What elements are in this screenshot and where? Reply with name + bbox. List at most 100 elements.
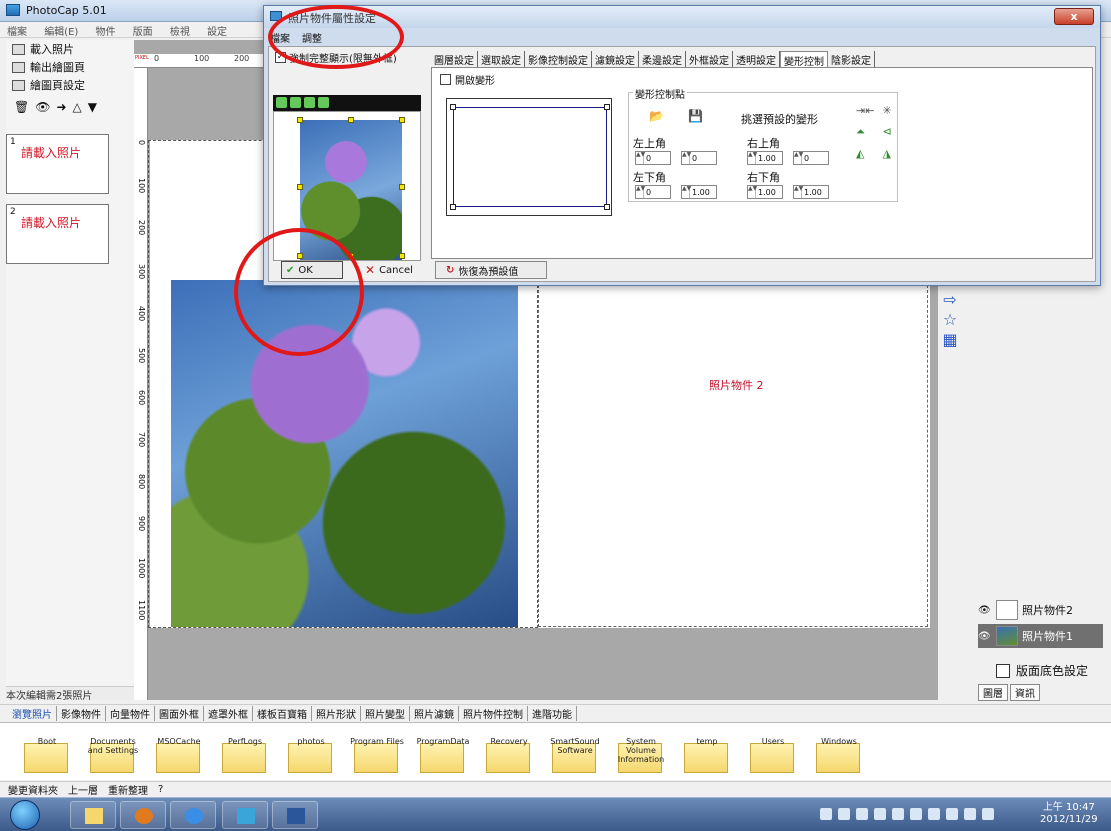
taskbar-word[interactable] [272, 801, 318, 829]
tray-icon[interactable] [982, 808, 994, 820]
taskbar-photocap[interactable] [222, 801, 268, 829]
eye-icon[interactable]: 👁 [978, 631, 992, 642]
resize-handle[interactable] [297, 184, 303, 190]
spin-arrows[interactable]: ▲▼ [636, 152, 645, 164]
menu-object[interactable]: 物件 [89, 22, 123, 39]
grid-icon[interactable]: ▦ [938, 330, 962, 350]
tab-advanced[interactable]: 進階功能 [528, 706, 577, 721]
folder-item[interactable]: photos [288, 737, 344, 773]
top-left-x-spinner[interactable]: ▲▼ 0 [635, 151, 671, 165]
spin-arrows[interactable]: ▲▼ [682, 186, 691, 198]
cancel-button[interactable]: ✕ Cancel [365, 261, 427, 279]
start-button[interactable] [10, 800, 40, 830]
spin-arrows[interactable]: ▲▼ [748, 152, 757, 164]
bg-color-setting[interactable]: 版面底色設定 [996, 662, 1088, 679]
taskbar-explorer[interactable] [70, 801, 116, 829]
folder-item[interactable]: Program Files [350, 737, 410, 773]
tab-vector-objects[interactable]: 向量物件 [106, 706, 155, 721]
folder-item[interactable]: Boot [24, 737, 80, 773]
tab-browse-photos[interactable]: 瀏覽照片 [8, 706, 57, 721]
up-arrow-icon[interactable]: △ [73, 100, 82, 118]
bottom-left-x-spinner[interactable]: ▲▼ 0 [635, 185, 671, 199]
folder-item[interactable]: ProgramData [417, 737, 476, 773]
load-photo-button[interactable]: 載入照片 [6, 40, 134, 58]
tray-icon[interactable] [946, 808, 958, 820]
resize-handle[interactable] [348, 117, 354, 123]
spin-arrows[interactable]: ▲▼ [794, 186, 803, 198]
tray-icon[interactable] [874, 808, 886, 820]
up-level-button[interactable]: 上一層 [68, 782, 98, 797]
folder-open-icon[interactable]: 📂 [649, 109, 664, 123]
enable-transform-checkbox[interactable]: 開啟變形 [440, 72, 495, 87]
bg-color-swatch[interactable] [996, 663, 1010, 678]
bottom-right-y-spinner[interactable]: ▲▼ 1.00 [793, 185, 829, 199]
fit-icon[interactable] [304, 97, 315, 108]
folder-item[interactable]: Documents and Settings [88, 737, 146, 773]
tray-icon[interactable] [964, 808, 976, 820]
taskbar-browser[interactable] [170, 801, 216, 829]
eye-icon[interactable]: 👁 [35, 100, 50, 118]
bottom-right-x-spinner[interactable]: ▲▼ 1.00 [747, 185, 783, 199]
tab-shadow[interactable]: 陰影設定 [828, 51, 875, 67]
folder-item[interactable]: Users [750, 737, 806, 773]
control-point[interactable] [604, 104, 610, 110]
tab-filter[interactable]: 濾鏡設定 [592, 51, 639, 67]
export-page-button[interactable]: 輸出繪圖頁 [6, 58, 134, 76]
tab-info[interactable]: 資訊 [1010, 684, 1040, 701]
checkbox-checked[interactable]: ✓ [275, 52, 286, 63]
tray-icon[interactable] [910, 808, 922, 820]
perspective-side-icon[interactable]: ⊲ [882, 125, 900, 139]
tab-photo-shapes[interactable]: 照片形狀 [312, 706, 361, 721]
menu-layout[interactable]: 版面 [126, 22, 160, 39]
actual-size-icon[interactable] [318, 97, 329, 108]
zoom-in-icon[interactable] [276, 97, 287, 108]
skew-right-icon[interactable]: ◮ [882, 147, 900, 160]
checkbox-unchecked[interactable] [440, 74, 451, 85]
zoom-out-icon[interactable] [290, 97, 301, 108]
import-icon[interactable]: ➜ [56, 100, 66, 118]
top-right-y-spinner[interactable]: ▲▼ 0 [793, 151, 829, 165]
skew-left-icon[interactable]: ◭ [856, 147, 874, 160]
trash-icon[interactable]: 🗑 [14, 100, 29, 118]
change-folder-button[interactable]: 變更資料夾 [8, 782, 58, 797]
top-right-x-spinner[interactable]: ▲▼ 1.00 [747, 151, 783, 165]
transform-preview[interactable] [446, 98, 612, 216]
close-button[interactable]: x [1054, 8, 1094, 25]
spin-arrows[interactable]: ▲▼ [794, 152, 803, 164]
control-point[interactable] [604, 204, 610, 210]
menu-settings[interactable]: 設定 [200, 22, 234, 39]
clock[interactable]: 上午 10:47 2012/11/29 [1040, 802, 1098, 826]
folder-item[interactable]: Recovery [486, 737, 542, 773]
tab-templates[interactable]: 樣板百寶箱 [253, 706, 312, 721]
tab-image-objects[interactable]: 影像物件 [57, 706, 106, 721]
resize-handle[interactable] [297, 117, 303, 123]
folder-item[interactable]: temp [684, 737, 740, 773]
tab-image-control[interactable]: 影像控制設定 [525, 51, 592, 67]
control-point[interactable] [450, 204, 456, 210]
squeeze-horizontal-icon[interactable]: ⇥⇤ [856, 104, 874, 117]
taskbar-media[interactable] [120, 801, 166, 829]
tab-selection[interactable]: 選取設定 [478, 51, 525, 67]
folder-item[interactable]: Windows [816, 737, 872, 773]
layer-item[interactable]: 👁 照片物件2 [978, 598, 1103, 622]
arrow-right-icon[interactable]: ⇨ [938, 290, 962, 310]
resize-handle[interactable] [399, 117, 405, 123]
restore-defaults-button[interactable]: ↻ 恢復為預設值 [435, 261, 547, 279]
spin-arrows[interactable]: ▲▼ [682, 152, 691, 164]
folder-item[interactable]: System Volume Information [618, 737, 674, 773]
tab-soft-edge[interactable]: 柔邊設定 [639, 51, 686, 67]
tray-icon[interactable] [892, 808, 904, 820]
dialog-menu-adjust[interactable]: 調整 [302, 30, 322, 45]
refresh-button[interactable]: 重新整理 [108, 782, 148, 797]
menu-view[interactable]: 檢視 [163, 22, 197, 39]
tab-transparency[interactable]: 透明設定 [733, 51, 780, 67]
folder-item[interactable]: PerfLogs [222, 737, 278, 773]
resize-handle[interactable] [399, 184, 405, 190]
photo-object-2[interactable]: 照片物件 2 [538, 280, 928, 627]
star-icon[interactable]: ☆ [938, 310, 962, 330]
tab-mask-frames[interactable]: 遮罩外框 [204, 706, 253, 721]
save-icon[interactable]: 💾 [688, 109, 703, 123]
photo-object-1[interactable] [171, 280, 518, 627]
resize-handle[interactable] [399, 253, 405, 259]
page-settings-button[interactable]: 繪圖頁設定 [6, 76, 134, 94]
